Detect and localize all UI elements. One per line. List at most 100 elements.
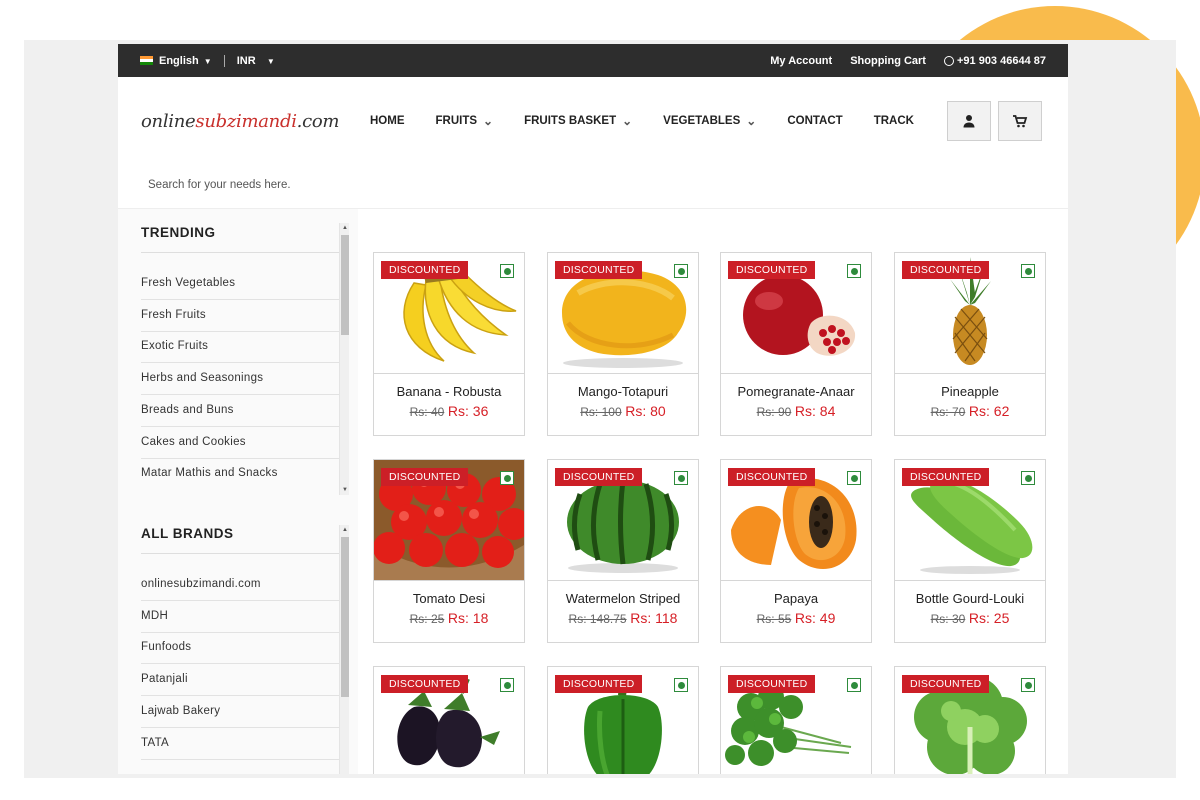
discount-badge: DISCOUNTED — [555, 261, 643, 279]
sidebar: TRENDING Fresh Vegetables Fresh Fruits Exo… — [118, 209, 358, 774]
product-name[interactable]: Tomato Desi — [374, 591, 524, 606]
trending-item-label: Fresh Fruits — [141, 308, 206, 321]
product-name[interactable]: Pomegranate-Anaar — [721, 384, 871, 399]
product-card[interactable]: DISCOUNTED Banana - Robusta Rs: 40 Rs: 36 — [373, 252, 525, 436]
nav-item-fruits[interactable]: FRUITS ⌄ — [436, 115, 494, 127]
divider — [548, 373, 698, 374]
product-name[interactable]: Banana - Robusta — [374, 384, 524, 399]
product-price: Rs: 40 Rs: 36 — [374, 403, 524, 419]
veg-mark-icon — [847, 471, 861, 485]
user-icon — [963, 115, 975, 128]
product-card[interactable]: DISCOUNTED — [547, 666, 699, 774]
product-card[interactable]: DISCOUNTED — [373, 666, 525, 774]
nav-item-home[interactable]: HOME — [370, 115, 405, 127]
search-input[interactable]: Search for your needs here. — [148, 179, 291, 191]
divider — [141, 631, 339, 633]
trending-item[interactable]: Herbs and Seasonings — [141, 372, 339, 396]
brand-item[interactable]: Patanjali — [141, 673, 339, 697]
trending-item[interactable]: Cakes and Cookies — [141, 436, 339, 459]
nav-label: CONTACT — [787, 115, 843, 127]
currency-selector[interactable]: INR ▼ — [237, 55, 275, 67]
divider — [141, 362, 339, 364]
old-price: Rs: 90 — [756, 405, 792, 419]
trending-item-label: Exotic Fruits — [141, 340, 209, 353]
discounted-price: Rs: 18 — [447, 610, 489, 626]
trending-item[interactable]: Fresh Vegetables — [141, 277, 339, 300]
discount-badge: DISCOUNTED — [728, 468, 816, 486]
brand-item-label: onlinesubzimandi.com — [141, 578, 261, 590]
product-card[interactable]: DISCOUNTED Pineapple Rs: 70 Rs: 62 — [894, 252, 1046, 436]
old-price: Rs: 55 — [756, 612, 792, 626]
chevron-down-icon: ⌄ — [483, 114, 494, 128]
product-card[interactable]: DISCOUNTED Tomato Desi Rs: 25 Rs: 18 — [373, 459, 525, 643]
discount-badge: DISCOUNTED — [728, 261, 816, 279]
product-name[interactable]: Mango-Totapuri — [548, 384, 698, 399]
whatsapp-phone-link[interactable]: +91 903 46644 87 — [943, 55, 1046, 67]
product-card[interactable]: DISCOUNTED Papaya Rs: 55 Rs: 49 — [720, 459, 872, 643]
site-logo[interactable]: onlinesubzimandi.com — [141, 111, 339, 132]
veg-mark-icon — [1021, 471, 1035, 485]
scroll-thumb[interactable] — [341, 235, 349, 335]
product-card[interactable]: DISCOUNTED Watermelon Striped Rs: 148.75 R… — [547, 459, 699, 643]
veg-mark-icon — [500, 264, 514, 278]
nav-item-fruits-basket[interactable]: FRUITS BASKET ⌄ — [524, 115, 632, 127]
product-card[interactable]: DISCOUNTED Mango-Totapuri Rs: 100 Rs: 80 — [547, 252, 699, 436]
chevron-down-icon: ▼ — [203, 56, 212, 66]
trending-item-label: Matar Mathis and Snacks — [141, 467, 278, 480]
divider — [223, 54, 225, 67]
product-name[interactable]: Pineapple — [895, 384, 1045, 399]
shopping-cart-link[interactable]: Shopping Cart — [850, 55, 926, 67]
divider — [895, 580, 1045, 581]
language-selector[interactable]: English ▼ — [159, 55, 212, 67]
trending-item[interactable]: Fresh Fruits — [141, 308, 339, 332]
nav-item-track[interactable]: TRACK — [874, 115, 914, 127]
trending-title: TRENDING — [141, 225, 216, 240]
discount-badge: DISCOUNTED — [902, 675, 990, 693]
old-price: Rs: 25 — [409, 612, 445, 626]
locale-controls: English ▼ INR ▼ — [140, 54, 275, 67]
divider — [141, 663, 339, 665]
discounted-price: Rs: 118 — [630, 610, 678, 626]
product-name[interactable]: Watermelon Striped — [548, 591, 698, 606]
trending-item[interactable]: Breads and Buns — [141, 404, 339, 427]
discount-badge: DISCOUNTED — [381, 468, 469, 486]
product-name[interactable]: Papaya — [721, 591, 871, 606]
discounted-price: Rs: 49 — [794, 610, 836, 626]
brands-scrollbar[interactable]: ▲ — [339, 525, 349, 774]
trending-scrollbar[interactable]: ▲ ▼ — [339, 223, 349, 495]
divider — [141, 695, 339, 697]
old-price: Rs: 148.75 — [568, 612, 627, 626]
cart-button[interactable] — [998, 101, 1042, 141]
divider — [141, 553, 339, 554]
product-card[interactable]: DISCOUNTED — [720, 666, 872, 774]
divider — [141, 394, 339, 396]
scroll-down-arrow-icon[interactable]: ▼ — [340, 485, 350, 495]
product-card[interactable]: DISCOUNTED Pomegranate-Anaar Rs: 90 Rs: 84 — [720, 252, 872, 436]
scroll-up-arrow-icon[interactable]: ▲ — [340, 223, 350, 233]
header: onlinesubzimandi.com HOME FRUITS ⌄ FRUITS B… — [118, 77, 1068, 165]
veg-mark-icon — [847, 678, 861, 692]
my-account-link[interactable]: My Account — [770, 55, 832, 67]
nav-item-vegetables[interactable]: VEGETABLES ⌄ — [663, 115, 756, 127]
scroll-thumb[interactable] — [341, 537, 349, 697]
product-card[interactable]: DISCOUNTED — [894, 666, 1046, 774]
brand-item[interactable]: TATA — [141, 737, 339, 760]
whatsapp-icon — [943, 55, 954, 66]
brand-item-label: Patanjali — [141, 673, 188, 686]
discounted-price: Rs: 25 — [968, 610, 1010, 626]
nav-item-contact[interactable]: CONTACT — [787, 115, 842, 127]
trending-item[interactable]: Exotic Fruits — [141, 340, 339, 364]
old-price: Rs: 100 — [580, 405, 622, 419]
brand-item[interactable]: onlinesubzimandi.com — [141, 578, 339, 601]
product-card[interactable]: DISCOUNTED Bottle Gourd-Louki Rs: 30 Rs: 2… — [894, 459, 1046, 643]
scroll-up-arrow-icon[interactable]: ▲ — [340, 525, 350, 535]
divider — [141, 252, 339, 253]
brand-item[interactable]: MDH — [141, 610, 339, 633]
nav-label: FRUITS BASKET — [524, 115, 617, 127]
account-button[interactable] — [947, 101, 991, 141]
trending-item[interactable]: Matar Mathis and Snacks — [141, 467, 339, 479]
product-name[interactable]: Bottle Gourd-Louki — [895, 591, 1045, 606]
brand-item[interactable]: Lajwab Bakery — [141, 705, 339, 728]
product-price: Rs: 148.75 Rs: 118 — [548, 610, 698, 626]
brand-item[interactable]: Funfoods — [141, 641, 339, 665]
